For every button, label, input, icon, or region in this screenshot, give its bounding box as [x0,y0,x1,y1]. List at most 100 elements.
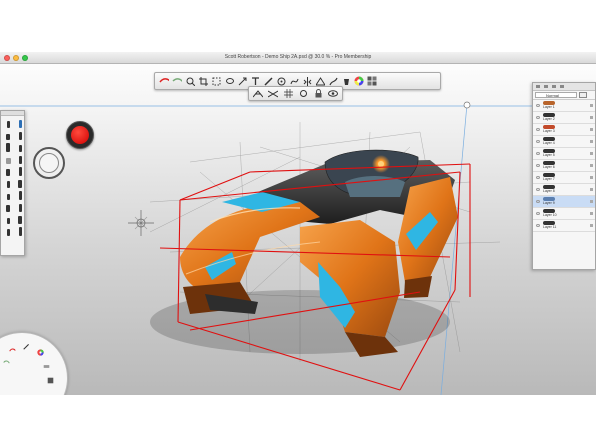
brush-pencil[interactable] [3,118,13,128]
eye-icon[interactable] [536,116,540,119]
lock-icon[interactable] [590,116,593,119]
layer-row[interactable]: Layer 11 [533,220,595,232]
layer-row[interactable]: Layer 8 [533,184,595,196]
brush-pen[interactable] [15,118,25,128]
brush-ink[interactable] [15,142,25,152]
brush-spray[interactable] [3,190,13,200]
brush-sharpen[interactable] [15,166,25,176]
duplicate-layer-icon[interactable] [552,85,556,88]
layer-row[interactable]: Layer 3 [533,124,595,136]
ruler-icon[interactable] [263,76,273,86]
canvas[interactable] [0,52,596,395]
layer-name: Layer 8 [543,189,555,193]
grid-icon[interactable] [283,89,293,99]
layer-name: Layer 7 [543,177,555,181]
brush-texture[interactable] [15,178,25,188]
layer-name: Layer 6 [543,165,555,169]
perspective-grid-icon[interactable] [253,89,263,99]
color-wheel-icon[interactable] [37,349,44,356]
redo-icon[interactable] [172,76,182,86]
layer-row[interactable]: Layer 1 [533,100,595,112]
title-bar: Scott Robertson - Demo Ship 2A.psd @ 30.… [0,52,596,64]
eye-icon[interactable] [536,140,540,143]
undo-icon[interactable] [9,347,16,354]
lock-icon[interactable] [590,164,593,167]
layer-row[interactable]: Layer 5 [533,148,595,160]
undo-icon[interactable] [159,76,169,86]
eye-icon[interactable] [536,200,540,203]
eye-icon[interactable] [536,224,540,227]
eraser-icon[interactable] [43,363,50,370]
record-button[interactable] [66,121,94,149]
french-curve-icon[interactable] [289,76,299,86]
eye-icon[interactable] [536,128,540,131]
lock-icon[interactable] [590,128,593,131]
eye-icon[interactable] [536,188,540,191]
brush-crayon[interactable] [15,214,25,224]
layers-panel-header[interactable] [533,83,595,91]
zoom-icon[interactable] [185,76,195,86]
snap-icon[interactable] [298,89,308,99]
lock-icon[interactable] [590,104,593,107]
lock-icon[interactable] [590,140,593,143]
brush-blur[interactable] [3,166,13,176]
color-wheel-icon[interactable] [354,76,364,86]
lock-icon[interactable] [590,152,593,155]
brush-marker[interactable] [3,130,13,140]
transform-icon[interactable] [237,76,247,86]
delete-layer-icon[interactable] [560,85,564,88]
brush-airbrush[interactable] [15,130,25,140]
select-icon[interactable] [211,76,221,86]
lock-icon[interactable] [590,212,593,215]
layer-row[interactable]: Layer 10 [533,208,595,220]
layers-icon[interactable] [367,76,377,86]
layers-icon[interactable] [47,377,54,384]
brush-felt[interactable] [3,202,13,212]
stroke-icon[interactable] [328,76,338,86]
text-icon[interactable] [250,76,260,86]
layer-row[interactable]: Layer 7 [533,172,595,184]
symmetry-icon[interactable] [302,76,312,86]
brush-chalk[interactable] [3,178,13,188]
blend-mode-select[interactable]: Normal [535,92,577,98]
brush-smudge[interactable] [15,154,25,164]
redo-icon[interactable] [3,359,10,366]
eye-icon[interactable] [536,104,540,107]
brush-eraser[interactable] [3,154,13,164]
eye-icon[interactable] [536,152,540,155]
eye-icon[interactable] [536,176,540,179]
brush-charcoal[interactable] [3,226,13,236]
layer-name: Layer 2 [543,117,555,121]
layer-options-icon[interactable] [579,92,587,98]
eye-icon[interactable] [536,212,540,215]
layer-row-selected[interactable]: Layer 9 [533,196,595,208]
layer-row[interactable]: Layer 4 [533,136,595,148]
lasso-icon[interactable] [224,76,234,86]
blend-mode-row: Normal [533,91,595,100]
add-group-icon[interactable] [544,85,548,88]
layer-row[interactable]: Layer 6 [533,160,595,172]
brush-watercolor[interactable] [15,202,25,212]
perspective-icon[interactable] [315,76,325,86]
add-layer-icon[interactable] [536,85,540,88]
brush-oil[interactable] [3,214,13,224]
lock-icon[interactable] [313,89,323,99]
visibility-icon[interactable] [328,89,338,99]
vanishing-point-icon[interactable] [268,89,278,99]
lock-icon[interactable] [590,224,593,227]
fill-icon[interactable] [341,76,351,86]
crop-icon[interactable] [198,76,208,86]
lock-icon[interactable] [590,176,593,179]
brush-stamp[interactable] [15,226,25,236]
ellipse-guide-icon[interactable] [276,76,286,86]
brush-icon[interactable] [23,343,30,350]
layer-row[interactable]: Layer 2 [533,112,595,124]
eye-icon[interactable] [536,164,540,167]
brush-puck[interactable] [33,147,65,179]
layer-name: Layer 1 [543,105,555,109]
lock-icon[interactable] [590,188,593,191]
lock-icon[interactable] [590,200,593,203]
layer-name: Layer 3 [543,129,555,133]
brush-paint[interactable] [3,142,13,152]
brush-ballpoint[interactable] [15,190,25,200]
